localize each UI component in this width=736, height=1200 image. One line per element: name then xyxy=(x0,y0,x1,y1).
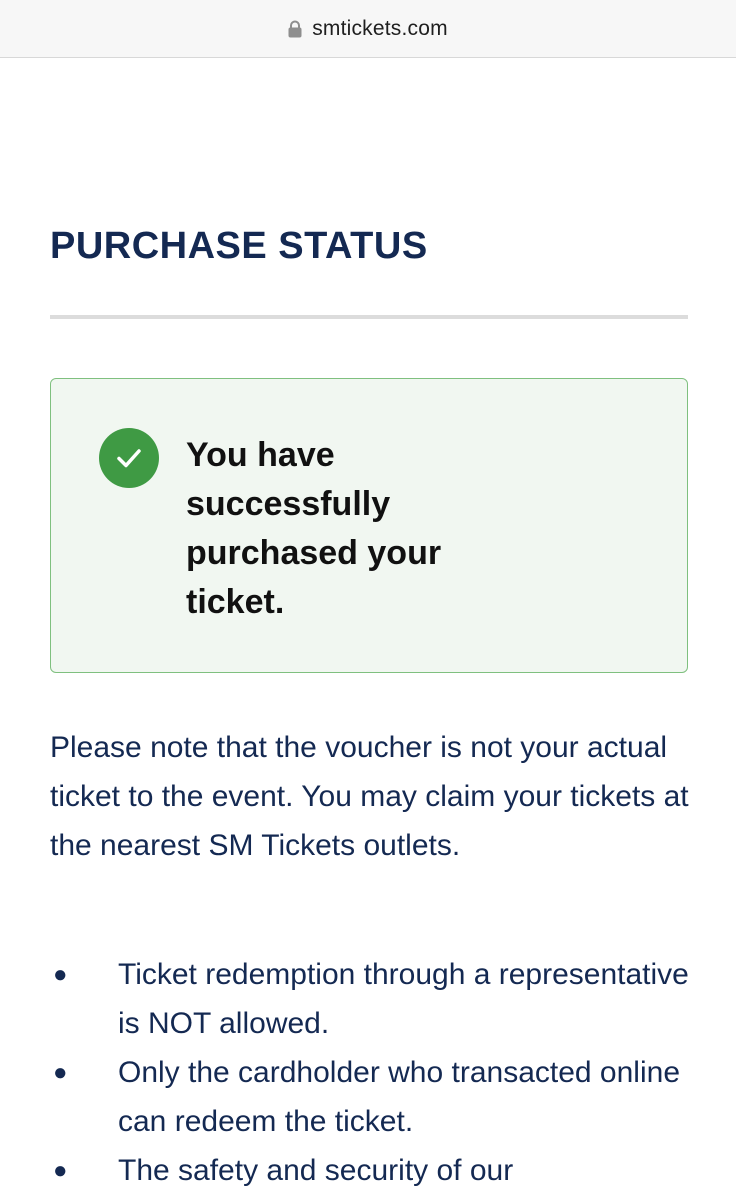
rule-text: Ticket redemption through a representati… xyxy=(118,958,689,1040)
url-text[interactable]: smtickets.com xyxy=(312,17,448,41)
page-title: PURCHASE STATUS xyxy=(50,225,428,267)
rule-text: The safety and security of our xyxy=(118,1154,514,1187)
browser-address-bar[interactable]: smtickets.com xyxy=(0,0,736,58)
lock-icon xyxy=(288,20,302,38)
list-item: ● Ticket redemption through a representa… xyxy=(50,950,700,1048)
list-item: ● Only the cardholder who transacted onl… xyxy=(50,1048,700,1146)
bullet-icon: ● xyxy=(53,1059,68,1086)
bullet-icon: ● xyxy=(53,1157,68,1184)
success-alert: You have successfully purchased your tic… xyxy=(50,378,688,673)
address-inner: smtickets.com xyxy=(288,17,448,41)
rule-text: Only the cardholder who transacted onlin… xyxy=(118,1056,681,1138)
voucher-note: Please note that the voucher is not your… xyxy=(50,731,689,862)
title-divider xyxy=(50,315,688,319)
success-message: You have successfully purchased your tic… xyxy=(186,436,442,621)
checkmark-icon xyxy=(99,428,159,488)
bullet-icon: ● xyxy=(53,961,68,988)
list-item: ● The safety and security of our xyxy=(50,1146,700,1195)
rules-list: ● Ticket redemption through a representa… xyxy=(50,950,700,1195)
